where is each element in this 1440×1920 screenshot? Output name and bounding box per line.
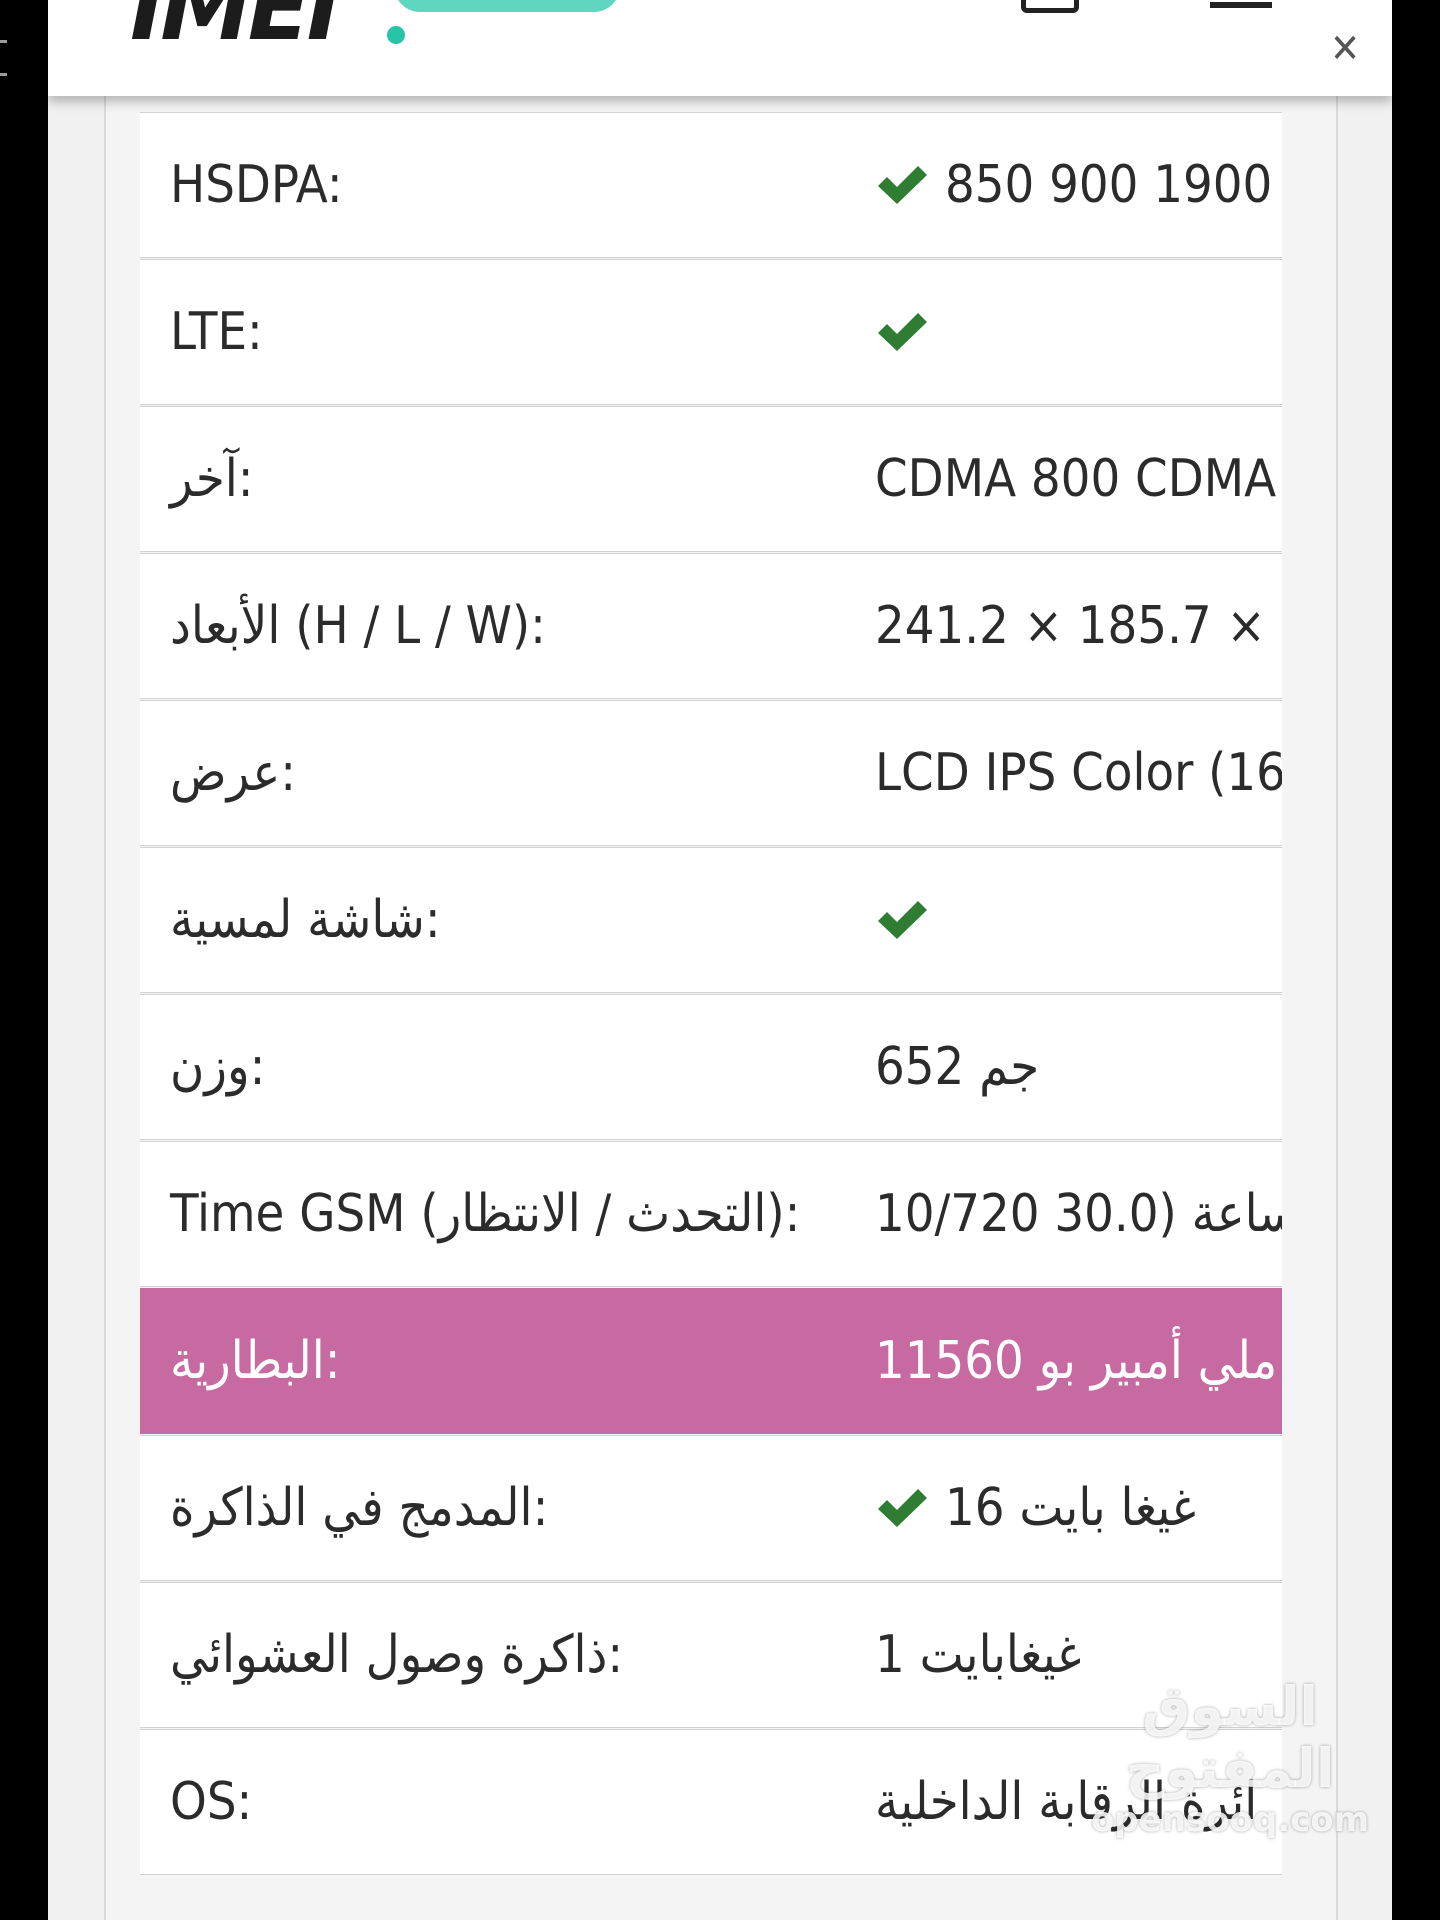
spec-value-text: 241.2 × 185.7 × 9.4 ب [875,596,1282,656]
spec-value: CDMA 800 CDMA 19 [875,407,1282,551]
spec-value-text: CDMA 800 CDMA 19 [875,449,1282,509]
spec-label: آخر: [170,449,254,509]
spec-value-text: 652 جم [875,1037,1040,1097]
spec-row: وزن: 652 جم [140,994,1282,1140]
menu-icon[interactable] [1210,0,1272,8]
watermark-arabic: السوق المفتوح [1125,1675,1335,1800]
background-bracket-icon [0,40,7,76]
spec-value: LCD IPS Color (16M [875,701,1282,845]
spec-value: 11560 ملي أمبير بو [875,1289,1282,1433]
spec-row: المدمج في الذاكرة: 16 غيغا بايت [140,1435,1282,1581]
spec-table: HSDPA: 850 900 1900 21 LTE: آخر: CDMA 800 CD… [140,112,1284,1876]
background-close-icon[interactable]: ✕ [1330,26,1360,72]
spec-label: وزن: [170,1037,266,1097]
spec-value: 652 جم [875,995,1282,1139]
spec-value: 16 غيغا بايت [875,1436,1282,1580]
check-icon [878,1489,927,1527]
spec-value [875,848,1282,992]
spec-label: المدمج في الذاكرة: [170,1478,549,1538]
spec-row: الأبعاد (H / L / W): 241.2 × 185.7 × 9.4 … [140,553,1282,699]
spec-value-text: 1 غيغابايت [875,1625,1082,1685]
spec-label: LTE: [170,302,263,362]
spec-label: ذاكرة وصول العشوائي: [170,1625,624,1685]
logo-dot [387,26,405,44]
spec-label: HSDPA: [170,155,343,215]
spec-value: 850 900 1900 21 [875,113,1282,257]
spec-row: آخر: CDMA 800 CDMA 19 [140,406,1282,552]
top-header-bar: IMEI [48,0,1392,96]
spec-label: Time GSM (التحدث / الانتظار): [170,1184,801,1244]
check-icon [878,901,927,939]
spec-value: 241.2 × 185.7 × 9.4 ب [875,554,1282,698]
screen: IMEI HSDPA: 850 900 1900 21 LTE: آخر: CDMA 8… [48,0,1392,1920]
logo-accent [394,0,620,12]
spec-value: 10/720 30.0) ساعة. [875,1142,1282,1286]
spec-value-text: 10/720 30.0) ساعة. [875,1184,1282,1244]
spec-value-text: 850 900 1900 21 [945,155,1282,215]
check-icon [878,313,927,351]
spec-value-text: 16 غيغا بايت [945,1478,1196,1538]
spec-row: شاشة لمسية: [140,847,1282,993]
spec-row: عرض: LCD IPS Color (16M [140,700,1282,846]
check-icon [878,166,927,204]
spec-label: OS: [170,1772,253,1832]
watermark: السوق المفتوح opensooq.com [1060,1675,1392,1841]
spec-row: HSDPA: 850 900 1900 21 [140,112,1282,258]
site-logo[interactable]: IMEI [130,0,341,54]
spec-label: البطارية: [170,1331,341,1391]
watermark-latin: opensooq.com [1090,1800,1370,1840]
spec-label: الأبعاد (H / L / W): [170,596,546,656]
spec-row: البطارية: 11560 ملي أمبير بو [140,1288,1282,1434]
spec-label: شاشة لمسية: [170,890,441,950]
spec-value [875,260,1282,404]
spec-value-text: 11560 ملي أمبير بو [875,1331,1278,1391]
spec-value-text: LCD IPS Color (16M [875,743,1282,803]
spec-label: عرض: [170,743,297,803]
spec-row: LTE: [140,259,1282,405]
spec-row: Time GSM (التحدث / الانتظار): 10/720 30.0… [140,1141,1282,1287]
bag-icon[interactable] [1021,0,1079,13]
